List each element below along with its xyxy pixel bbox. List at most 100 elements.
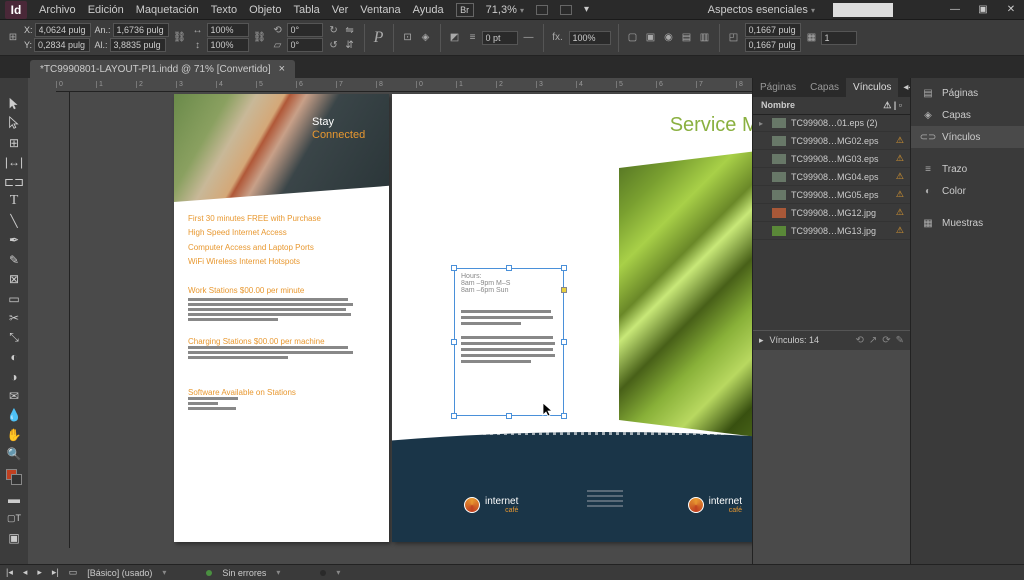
stroke-input[interactable] xyxy=(482,31,518,45)
menu-objeto[interactable]: Objeto xyxy=(249,4,281,16)
constrain-scale-icon[interactable]: ⛓ xyxy=(253,31,267,45)
zoom-tool[interactable]: 🔍 xyxy=(0,445,28,464)
height-input[interactable] xyxy=(110,38,166,52)
handle-top-mid[interactable] xyxy=(506,265,512,271)
gap-tool[interactable]: |↔| xyxy=(0,152,28,171)
page-1[interactable]: Stay Connected First 30 minutes FREE wit… xyxy=(174,94,389,542)
menu-edicion[interactable]: Edición xyxy=(88,4,124,16)
link-row[interactable]: TC99908…MG05.eps⚠ xyxy=(753,186,910,204)
constrain-icon[interactable]: ⛓ xyxy=(173,31,187,45)
tab-close-icon[interactable]: × xyxy=(279,63,285,75)
flip-h-icon[interactable]: ⇋ xyxy=(343,23,357,37)
rotate-input[interactable] xyxy=(287,23,323,37)
line-tool[interactable]: ╲ xyxy=(0,211,28,230)
preflight-profile[interactable]: [Básico] (usado) xyxy=(87,568,152,578)
panel-trazo[interactable]: ≡Trazo xyxy=(911,158,1024,180)
minimize-button[interactable]: — xyxy=(947,3,963,17)
select-content-icon[interactable]: ◈ xyxy=(419,31,433,45)
panel-capas[interactable]: ◈Capas xyxy=(911,104,1024,126)
panel-muestras[interactable]: ▦Muestras xyxy=(911,212,1024,234)
handle-bot-right[interactable] xyxy=(561,413,567,419)
effects-icon[interactable]: fx. xyxy=(551,31,565,45)
zoom-level[interactable]: 71,3% ▾ xyxy=(486,4,524,16)
live-corner-icon[interactable] xyxy=(561,287,567,293)
page-2[interactable]: Service Menu internetcafé internetcafé xyxy=(392,94,752,542)
workspace-switcher[interactable]: Aspectos esenciales ▾ xyxy=(702,4,821,16)
note-tool[interactable]: ✉ xyxy=(0,386,28,405)
panel-vinculos[interactable]: ⊂⊃Vínculos xyxy=(911,126,1024,148)
selected-frame[interactable]: Hours: 8am –9pm M–S 8am –6pm Sun xyxy=(454,268,564,416)
text-wrap-bounding-icon[interactable]: ▣ xyxy=(644,31,658,45)
arrange-icon[interactable]: ▾ xyxy=(584,4,589,15)
menu-ver[interactable]: Ver xyxy=(332,4,349,16)
page-nav-first-icon[interactable]: |◂ xyxy=(6,567,13,578)
gradient-feather-tool[interactable]: ◑ xyxy=(0,367,28,386)
rectangle-frame-tool[interactable]: ⊠ xyxy=(0,269,28,288)
handle-bot-mid[interactable] xyxy=(506,413,512,419)
text-wrap-column-icon[interactable]: ▥ xyxy=(698,31,712,45)
link-row[interactable]: ▸TC99908…01.eps (2) xyxy=(753,115,910,132)
update-link-icon[interactable]: ⟳ xyxy=(882,335,890,346)
opacity-input[interactable] xyxy=(569,31,611,45)
page-nav-last-icon[interactable]: ▸| xyxy=(52,567,59,578)
gradient-swatch-tool[interactable]: ◐ xyxy=(0,347,28,366)
bridge-icon[interactable]: Br xyxy=(456,3,474,17)
shear-input[interactable] xyxy=(287,38,323,52)
link-row[interactable]: TC99908…MG13.jpg⚠ xyxy=(753,222,910,240)
handle-bot-left[interactable] xyxy=(451,413,457,419)
free-transform-tool[interactable]: ⤡ xyxy=(0,328,28,347)
page-tool[interactable]: ⊞ xyxy=(0,133,28,152)
rectangle-tool[interactable]: ▭ xyxy=(0,289,28,308)
select-container-icon[interactable]: ⊡ xyxy=(401,31,415,45)
panel-paginas[interactable]: ▤Páginas xyxy=(911,82,1024,104)
reference-point-icon[interactable]: ⊞ xyxy=(6,31,20,45)
expand-footer-icon[interactable]: ▸ xyxy=(759,335,764,346)
tab-capas[interactable]: Capas xyxy=(803,78,846,97)
view-mode-normal-icon[interactable]: ▣ xyxy=(0,529,28,548)
relink-icon[interactable]: ⟲ xyxy=(855,335,863,346)
selection-tool[interactable] xyxy=(0,94,28,113)
text-wrap-jump-icon[interactable]: ▤ xyxy=(680,31,694,45)
formatting-container-icon[interactable]: ▢T xyxy=(0,509,28,528)
gap-x-input[interactable] xyxy=(745,23,801,37)
pen-tool[interactable]: ✒ xyxy=(0,230,28,249)
rotate-ccw-icon[interactable]: ↺ xyxy=(327,38,341,52)
close-button[interactable]: ✕ xyxy=(1003,3,1019,17)
eyedropper-tool[interactable]: 💧 xyxy=(0,406,28,425)
maximize-button[interactable]: ▣ xyxy=(975,3,991,17)
handle-top-right[interactable] xyxy=(561,265,567,271)
link-row[interactable]: TC99908…MG03.eps⚠ xyxy=(753,150,910,168)
text-wrap-none-icon[interactable]: ▢ xyxy=(626,31,640,45)
document-tab[interactable]: *TC9990801-LAYOUT-PI1.indd @ 71% [Conver… xyxy=(30,60,295,78)
paragraph-icon[interactable]: P xyxy=(372,31,386,45)
edit-original-icon[interactable]: ✎ xyxy=(896,335,904,346)
menu-maquetacion[interactable]: Maquetación xyxy=(136,4,199,16)
fill-stroke-swatch[interactable] xyxy=(0,464,28,489)
panel-color[interactable]: ◐Color xyxy=(911,180,1024,202)
scissors-tool[interactable]: ✂ xyxy=(0,308,28,327)
columns-input[interactable] xyxy=(821,31,857,45)
link-row[interactable]: TC99908…MG04.eps⚠ xyxy=(753,168,910,186)
width-input[interactable] xyxy=(113,23,169,37)
menu-tabla[interactable]: Tabla xyxy=(293,4,319,16)
page-nav-prev-icon[interactable]: ◂ xyxy=(23,567,28,578)
document-canvas[interactable]: Stay Connected First 30 minutes FREE wit… xyxy=(44,94,724,546)
scale-y-input[interactable] xyxy=(207,38,249,52)
fill-stroke-icon[interactable]: ◩ xyxy=(448,31,462,45)
stroke-style-icon[interactable]: — xyxy=(522,31,536,45)
search-input[interactable] xyxy=(833,3,893,17)
rotate-cw-icon[interactable]: ↻ xyxy=(327,23,341,37)
links-col-name[interactable]: Nombre xyxy=(761,100,795,111)
menu-texto[interactable]: Texto xyxy=(211,4,237,16)
view-mode-icon[interactable] xyxy=(536,5,548,15)
handle-mid-left[interactable] xyxy=(451,339,457,345)
flip-v-icon[interactable]: ⇵ xyxy=(343,38,357,52)
tab-paginas[interactable]: Páginas xyxy=(753,78,803,97)
screen-mode-icon[interactable] xyxy=(560,5,572,15)
goto-link-icon[interactable]: ↗ xyxy=(869,335,877,346)
pencil-tool[interactable]: ✎ xyxy=(0,250,28,269)
x-input[interactable] xyxy=(35,23,91,37)
link-row[interactable]: TC99908…MG02.eps⚠ xyxy=(753,132,910,150)
links-col-status-icon[interactable]: ⚠ | ▫ xyxy=(883,100,902,111)
open-icon[interactable]: ▭ xyxy=(69,567,78,578)
